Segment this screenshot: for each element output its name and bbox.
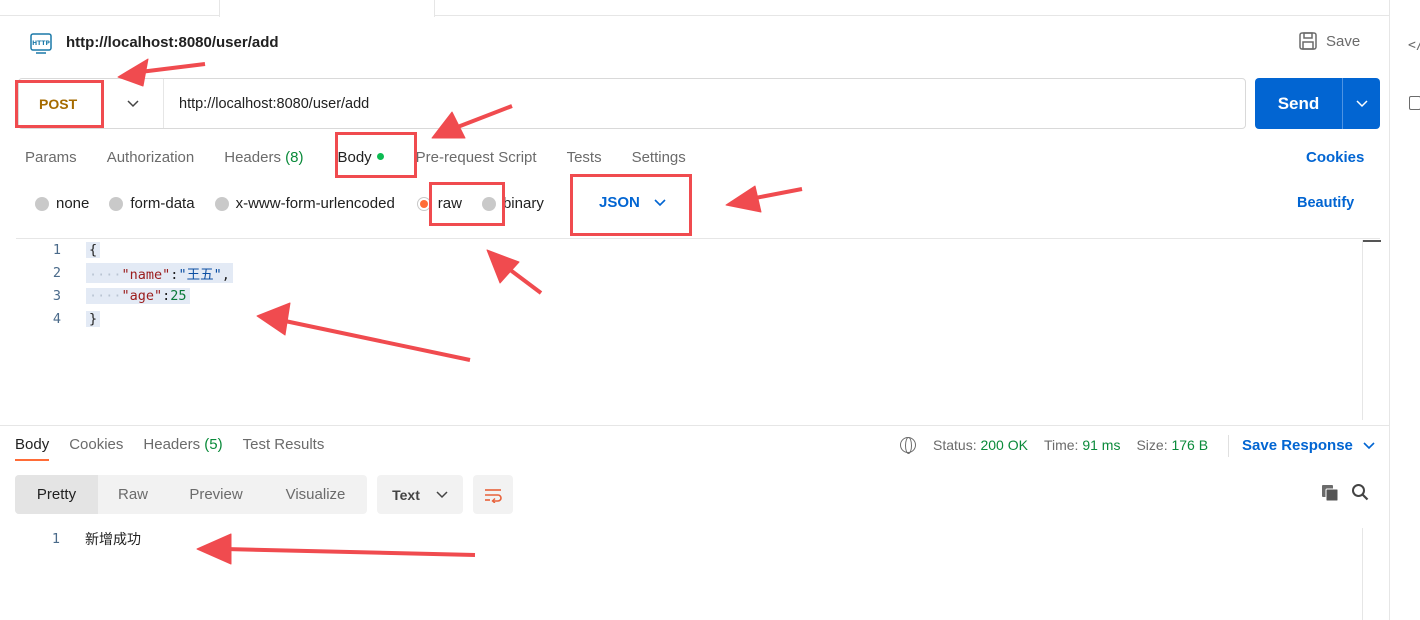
annotation-arrows xyxy=(117,58,803,565)
